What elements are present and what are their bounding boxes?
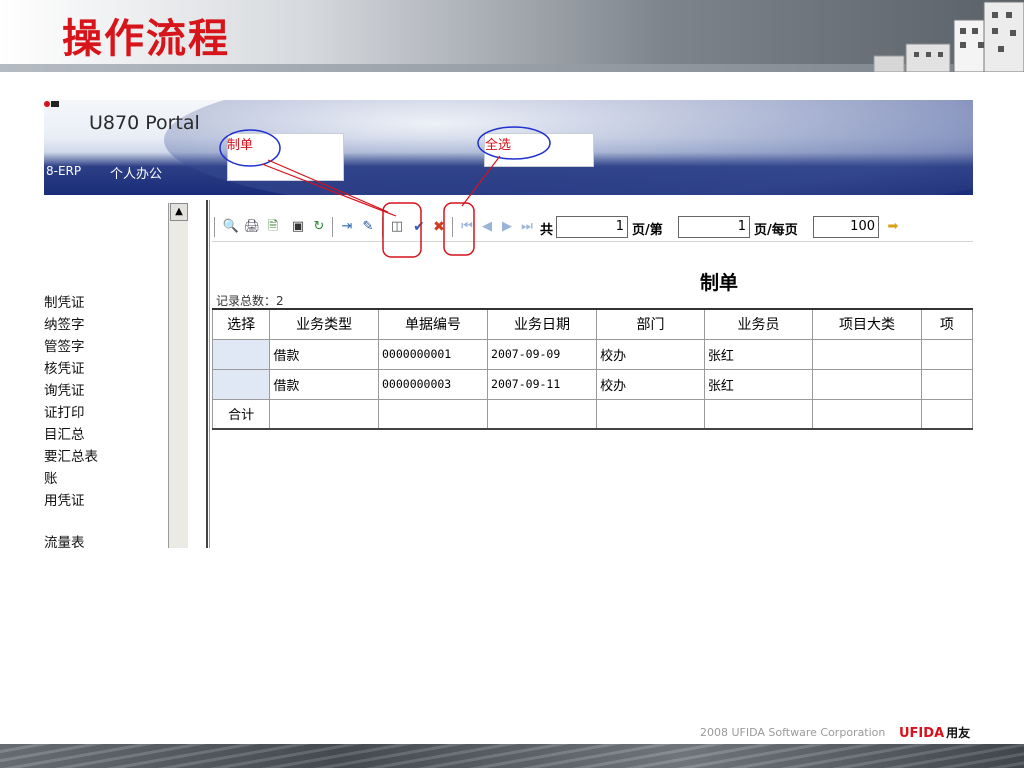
app-screenshot: U870 Portal 8-ERP 个人办公 制凭证 纳签字 管签字 核凭证 询… [44, 100, 973, 548]
exit-icon[interactable]: ➡ [884, 218, 902, 236]
nav-item[interactable]: 目汇总 [44, 423, 85, 443]
import-icon[interactable]: ⇥ [338, 218, 356, 236]
portal-title: U870 Portal [89, 112, 200, 134]
slide: 操作流程 U870 Portal 8-ERP 个人办公 制凭证 纳签字 管签字 … [0, 0, 1024, 768]
print-icon[interactable]: 🖨 [243, 218, 261, 236]
number-cell: 0000000001 [377, 338, 489, 370]
total-cell [812, 398, 922, 430]
staff-cell: 张红 [703, 368, 814, 400]
table-row[interactable]: 借款 0000000003 2007-09-11 校办 张红 [211, 368, 973, 400]
deselect-all-icon[interactable]: ✖ [430, 218, 448, 236]
column-header[interactable]: 业务类型 [269, 308, 379, 340]
extra-cell [920, 368, 973, 400]
column-header[interactable]: 业务日期 [487, 308, 598, 340]
total-row: 合计 [211, 398, 973, 430]
make-voucher-icon[interactable]: ✎ [359, 218, 377, 236]
total-cell [377, 398, 489, 430]
select-cell[interactable] [211, 338, 271, 370]
document-title: 制单 [700, 272, 739, 294]
toolbar-separator [214, 217, 216, 237]
nav-item[interactable]: 询凭证 [44, 379, 85, 399]
last-page-icon[interactable]: ⏭ [518, 218, 536, 236]
footer-brand-en: UFIDA [899, 726, 945, 741]
personal-office-tab[interactable]: 个人办公 [110, 163, 162, 182]
type-cell: 借款 [269, 368, 379, 400]
extra-cell [920, 338, 973, 370]
make-voucher-annotation: 制单 [227, 138, 254, 153]
footer-band-shine [0, 744, 1024, 768]
project-cell [812, 368, 922, 400]
footer-band [0, 744, 1024, 768]
nav-item[interactable]: 纳签字 [44, 313, 85, 333]
nav-item[interactable]: 账 [44, 467, 58, 487]
nav-item[interactable]: 用凭证 [44, 489, 85, 509]
footer-brand: UFIDA 用友 [899, 724, 970, 741]
next-page-icon[interactable]: ▶ [498, 218, 516, 236]
voucher-grid: 选择 业务类型 单据编号 业务日期 部门 业务员 项目大类 项 借款 00000… [211, 308, 973, 430]
date-cell: 2007-09-09 [487, 338, 598, 370]
footer-brand-cn: 用友 [946, 726, 971, 740]
toolbar-separator [332, 217, 334, 237]
refresh-icon[interactable]: ↻ [310, 218, 328, 236]
left-nav: 制凭证 纳签字 管签字 核凭证 询凭证 证打印 目汇总 要汇总表 账 用凭证 流… [44, 195, 166, 548]
nav-item[interactable]: 要汇总表 [44, 445, 98, 465]
number-cell: 0000000003 [377, 368, 489, 400]
total-label: 共 [540, 223, 554, 238]
column-header[interactable]: 项目大类 [812, 308, 922, 340]
column-header[interactable]: 选择 [211, 308, 271, 340]
footer-copyright: 2008 UFIDA Software Corporation [700, 726, 886, 739]
nav-item[interactable]: 证打印 [44, 401, 85, 421]
preview-icon[interactable]: 🔍 [222, 218, 240, 236]
per-page-field[interactable]: 100 [813, 216, 879, 238]
select-all-icon[interactable]: ✔ [410, 218, 428, 236]
per-page-label: 页/每页 [754, 223, 798, 238]
ufida-logo-icon [44, 101, 59, 107]
nav-item[interactable]: 管签字 [44, 335, 85, 355]
total-cell [920, 398, 973, 430]
toolbar-separator [382, 217, 384, 237]
grid-header-row: 选择 业务类型 单据编号 业务日期 部门 业务员 项目大类 项 [211, 308, 973, 340]
toolbar-separator [452, 217, 454, 237]
pane-splitter[interactable] [206, 200, 210, 548]
column-header[interactable]: 项 [920, 308, 973, 340]
table-row[interactable]: 借款 0000000001 2007-09-09 校办 张红 [211, 338, 973, 370]
dept-cell: 校办 [596, 368, 705, 400]
select-cell[interactable] [211, 368, 271, 400]
first-page-icon[interactable]: ⏮ [458, 218, 476, 236]
nav-item[interactable]: 流量表 [44, 531, 85, 548]
column-header[interactable]: 业务员 [703, 308, 814, 340]
project-cell [812, 338, 922, 370]
dept-cell: 校办 [596, 338, 705, 370]
type-cell: 借款 [269, 338, 379, 370]
total-label: 合计 [211, 398, 271, 430]
total-pages-field[interactable]: 1 [556, 216, 628, 238]
staff-cell: 张红 [703, 338, 814, 370]
nav-item[interactable]: 制凭证 [44, 291, 85, 311]
find-icon[interactable]: ▣ [289, 218, 307, 236]
export-icon[interactable]: 🗎 [264, 218, 282, 236]
slide-title: 操作流程 [62, 16, 230, 62]
record-count: 记录总数：2 [216, 294, 284, 308]
query-icon[interactable]: ◫ [388, 218, 406, 236]
total-cell [703, 398, 814, 430]
nav-item[interactable]: 核凭证 [44, 357, 85, 377]
total-cell [596, 398, 705, 430]
total-cell [269, 398, 379, 430]
column-header[interactable]: 单据编号 [377, 308, 489, 340]
prev-page-icon[interactable]: ◀ [478, 218, 496, 236]
slide-header: 操作流程 [0, 0, 1024, 72]
erp-tab[interactable]: 8-ERP [46, 164, 81, 178]
page-label: 页/第 [632, 223, 663, 238]
select-all-annotation: 全选 [485, 138, 512, 153]
date-cell: 2007-09-11 [487, 368, 598, 400]
total-cell [487, 398, 598, 430]
nav-scrollbar[interactable]: ▲ [168, 203, 188, 548]
current-page-field[interactable]: 1 [678, 216, 750, 238]
scroll-up-icon[interactable]: ▲ [170, 203, 188, 221]
toolbar: 🔍 🖨 🗎 ▣ ↻ ⇥ ✎ ◫ ✔ ✖ ⏮ ◀ ▶ ⏭ 共 1 页/第 1 页/… [212, 212, 973, 242]
buildings-graphic [873, 1, 1024, 72]
column-header[interactable]: 部门 [596, 308, 705, 340]
